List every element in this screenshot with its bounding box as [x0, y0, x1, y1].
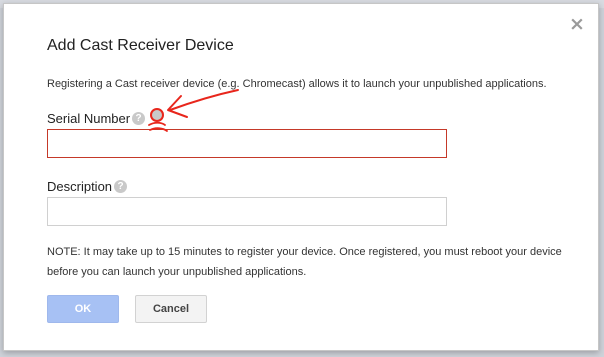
description-input[interactable] — [47, 197, 447, 226]
registration-note: NOTE: It may take up to 15 minutes to re… — [47, 246, 562, 278]
add-cast-receiver-dialog: × Add Cast Receiver Device Registering a… — [3, 3, 599, 351]
close-icon[interactable]: × — [569, 15, 585, 34]
cancel-button[interactable]: Cancel — [135, 295, 207, 323]
description-help-icon[interactable]: ? — [114, 180, 127, 193]
ok-button[interactable]: OK — [47, 295, 119, 323]
dialog-intro-text: Registering a Cast receiver device (e.g.… — [47, 78, 547, 90]
serial-number-label: Serial Number — [47, 111, 131, 126]
serial-number-input[interactable] — [47, 129, 447, 158]
dialog-title: Add Cast Receiver Device — [47, 37, 234, 54]
serial-number-help-icon[interactable]: ? — [132, 112, 145, 125]
description-label: Description — [47, 179, 113, 194]
